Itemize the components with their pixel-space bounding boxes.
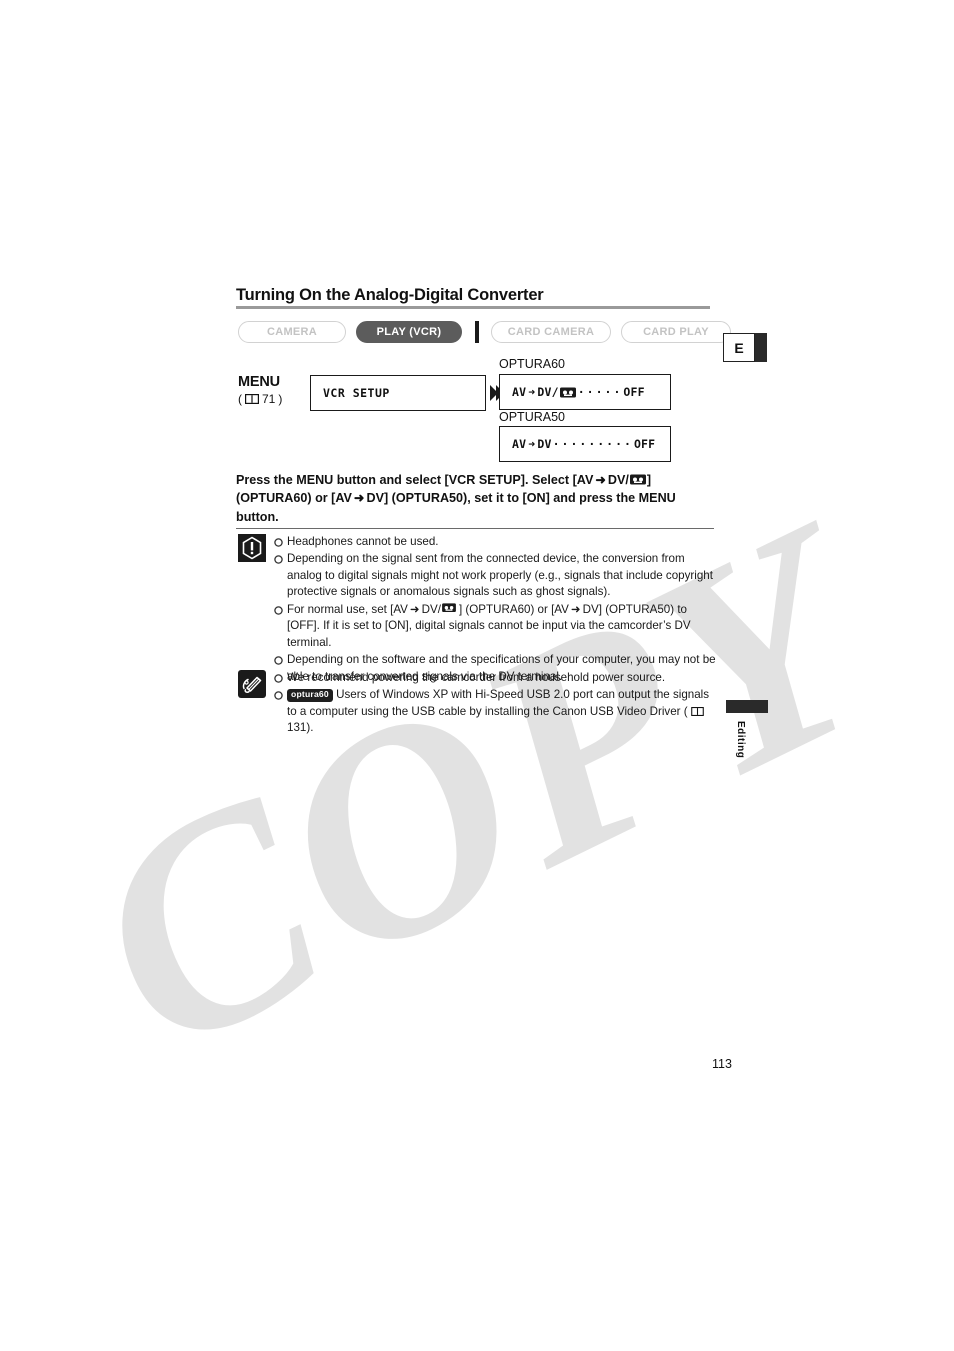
book-icon — [690, 706, 705, 717]
section-side-tab: Editing — [726, 700, 770, 758]
setting50-prefix: AV — [512, 437, 527, 451]
menu-box-optura50-setting: AV ➜ DV ········· OFF — [499, 426, 671, 462]
section-side-tab-label: Editing — [735, 721, 746, 759]
manual-page: Turning On the Analog-Digital Converter … — [0, 0, 954, 1351]
tip-item-2-pre: Users of Windows XP with Hi-Speed USB 2.… — [287, 688, 710, 718]
mode-button-play-vcr-label: PLAY (VCR) — [376, 326, 442, 338]
mode-button-card-play-label: CARD PLAY — [643, 326, 709, 338]
menu-word: MENU — [238, 374, 280, 390]
setting60-prefix: AV — [512, 385, 527, 399]
page-number: 113 — [712, 1057, 732, 1071]
badge-optura60: optura60 — [287, 689, 333, 702]
book-icon — [245, 394, 259, 405]
section-side-tab-bar — [726, 700, 768, 713]
av-tape-icon — [442, 603, 458, 614]
warning-section-rule — [236, 528, 714, 530]
tip-item-2-text: optura60 Users of Windows XP with Hi-Spe… — [287, 687, 718, 736]
tip-list: We recommend powering the camcorder from… — [274, 670, 718, 738]
language-tab-e-label: E — [723, 333, 755, 362]
bullet-circle-icon — [274, 534, 287, 547]
menu-box-vcr-setup: VCR SETUP — [310, 375, 486, 411]
setting60-mid: DV/ — [537, 385, 559, 399]
list-item: optura60 Users of Windows XP with Hi-Spe… — [274, 687, 718, 736]
tip-item-2-post: ). — [306, 721, 314, 735]
menu-box-optura60-setting: AV ➜ DV/ ····· OFF — [499, 374, 671, 410]
instruction-arrow: ➜ — [595, 473, 606, 487]
list-item: Depending on the signal sent from the co… — [274, 551, 718, 600]
setting60-dots: ····· — [577, 385, 623, 399]
menu-label-group: MENU ( 71 ) — [238, 374, 318, 406]
warning-item-3-text: For normal use, set [AV ➜ DV/] (OPTURA60) … — [287, 602, 718, 651]
instruction-part1: Press the MENU button and select [VCR SE… — [236, 473, 594, 487]
paren-open: ( — [238, 392, 242, 407]
warning-item-2-text: Depending on the signal sent from the co… — [287, 552, 713, 599]
instruction-arrow2: ➜ — [353, 491, 365, 506]
bullet-circle-icon — [274, 602, 287, 615]
setting60-value: OFF — [623, 385, 645, 399]
setting50-value: OFF — [633, 437, 656, 451]
warning-item-3-mid2: ] (OPTURA60) or [AV — [458, 602, 569, 616]
warning-item-3-mid: DV/ — [421, 602, 441, 616]
instruction-part3: ] — [646, 473, 652, 487]
tip-item-1-text: We recommend powering the camcorder from… — [287, 671, 666, 684]
page-title: Turning On the Analog-Digital Converter — [236, 286, 544, 304]
language-tab-e: E — [723, 333, 767, 362]
model-label-optura60: OPTURA60 — [499, 357, 565, 371]
warning-item-3-arrow2: ➜ — [570, 602, 581, 616]
setting50-arrow: ➜ — [528, 437, 536, 451]
warning-list: Headphones cannot be used. Depending on … — [274, 534, 718, 686]
setting50-dots: ········· — [552, 437, 633, 451]
mode-button-card-camera-label: CARD CAMERA — [507, 326, 595, 338]
setting60-arrow: ➜ — [528, 385, 536, 399]
av-tape-icon — [629, 474, 646, 485]
setting50-mid: DV — [537, 437, 552, 451]
bullet-circle-icon — [274, 652, 287, 665]
mode-button-play-vcr[interactable]: PLAY (VCR) — [356, 321, 462, 343]
warning-item-3-pre: For normal use, set [AV — [287, 602, 408, 616]
menu-box-vcr-setup-label: VCR SETUP — [323, 386, 390, 400]
warning-item-3-arrow: ➜ — [409, 602, 420, 616]
instruction-paragraph: Press the MENU button and select [VCR SE… — [236, 471, 718, 526]
mode-button-camera[interactable]: CAMERA — [238, 321, 346, 343]
paren-close: ) — [278, 392, 283, 407]
mode-button-card-camera[interactable]: CARD CAMERA — [491, 321, 611, 343]
list-item: Headphones cannot be used. — [274, 534, 718, 550]
bullet-circle-icon — [274, 687, 287, 701]
tip-block: We recommend powering the camcorder from… — [238, 670, 718, 738]
title-block: Turning On the Analog-Digital Converter — [236, 286, 710, 310]
warning-block: Headphones cannot be used. Depending on … — [238, 534, 718, 686]
notes-pencil-icon — [238, 670, 266, 698]
model-label-optura50: OPTURA50 — [499, 410, 565, 424]
menu-ref-page: 71 — [262, 392, 276, 407]
instruction-part4: (OPTURA60) or [AV — [236, 491, 352, 506]
mode-bar: CAMERA PLAY (VCR) CARD CAMERA CARD PLAY — [238, 320, 731, 344]
bullet-circle-icon — [274, 670, 287, 683]
instruction-part2: DV/ — [607, 473, 629, 487]
bullet-circle-icon — [274, 551, 287, 565]
av-tape-icon — [559, 387, 576, 398]
menu-page-reference: ( 71 ) — [238, 392, 318, 406]
mode-button-camera-label: CAMERA — [266, 326, 318, 338]
language-tab-e-block — [755, 333, 767, 362]
warning-item-1-text: Headphones cannot be used. — [287, 535, 439, 548]
mode-separator — [475, 321, 479, 343]
mode-button-card-play[interactable]: CARD PLAY — [621, 321, 731, 343]
title-underline — [236, 306, 710, 310]
tip-item-2-ref-page: 131 — [287, 721, 307, 735]
list-item: For normal use, set [AV ➜ DV/] (OPTURA60) … — [274, 602, 718, 651]
list-item: We recommend powering the camcorder from… — [274, 670, 718, 686]
warning-exclamation-icon — [238, 534, 266, 562]
